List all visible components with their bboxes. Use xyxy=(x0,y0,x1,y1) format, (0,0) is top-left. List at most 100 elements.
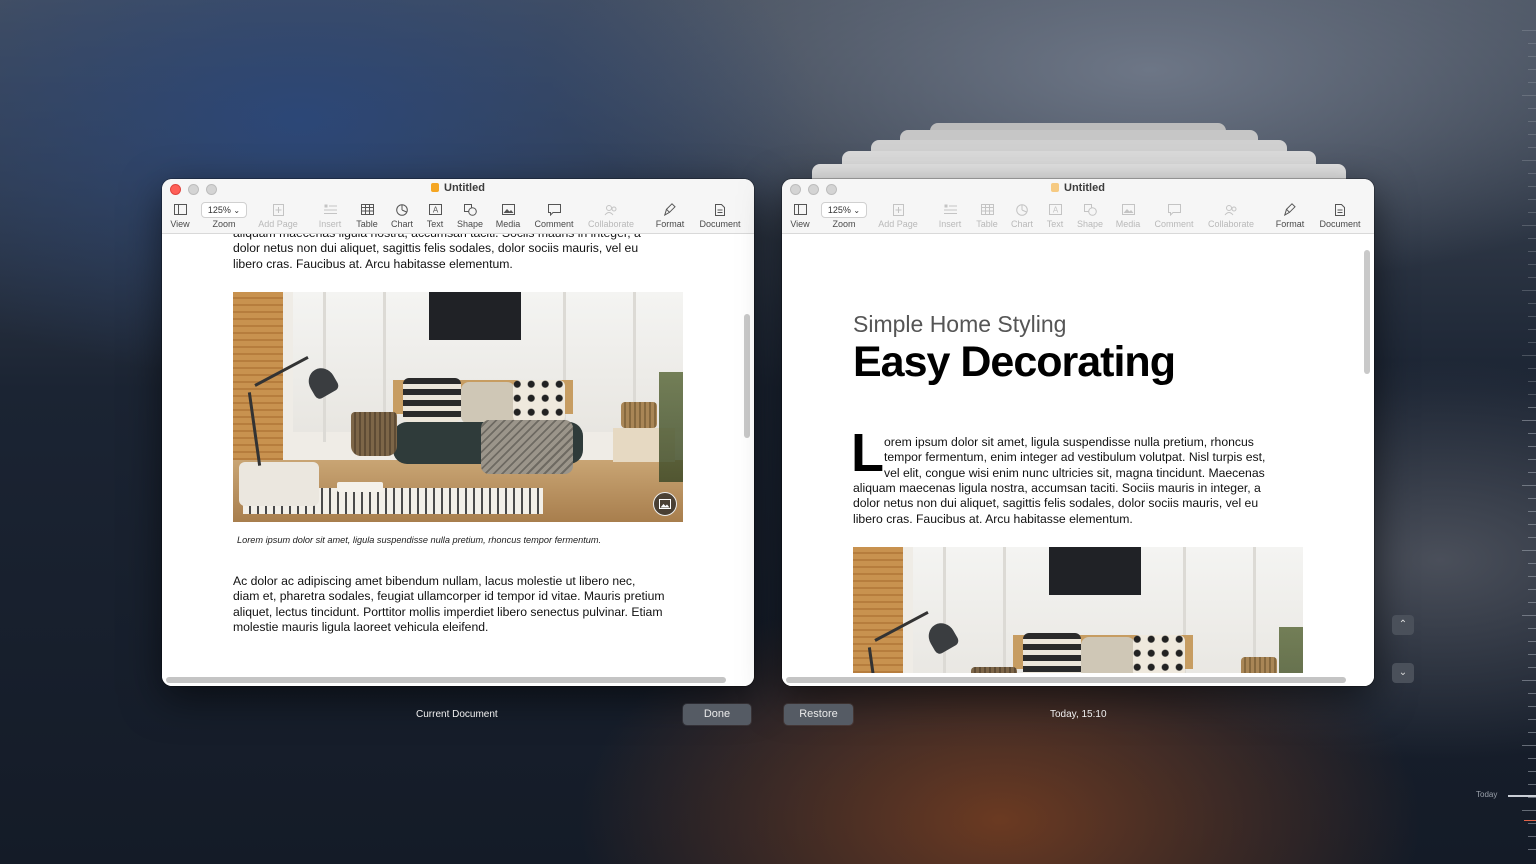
timeline-tick[interactable] xyxy=(1528,849,1536,850)
timeline-tick[interactable] xyxy=(1528,706,1536,707)
timeline-tick[interactable] xyxy=(1528,771,1536,772)
image-gallery-icon[interactable] xyxy=(653,492,677,516)
timeline-tick[interactable] xyxy=(1528,576,1536,577)
document-page[interactable]: Simple Home Styling Easy Decorating L or… xyxy=(782,234,1374,686)
timeline-current-marker[interactable] xyxy=(1508,795,1536,797)
living-room-photo[interactable] xyxy=(233,292,683,522)
toolbar-add-page-button[interactable]: Add Page xyxy=(868,199,928,229)
current-document-window[interactable]: Untitled View 125% ⌄ Zoom Add Page Insert Tab… xyxy=(162,179,754,686)
horizontal-scrollbar[interactable] xyxy=(786,677,1346,683)
timeline-tick[interactable] xyxy=(1528,108,1536,109)
timeline-tick[interactable] xyxy=(1528,472,1536,473)
zoom-dropdown[interactable]: 125% ⌄ xyxy=(200,202,248,218)
backup-document-window[interactable]: Untitled View 125% ⌄ Zoom Add Page Insert Tab… xyxy=(782,179,1374,686)
timeline-tick[interactable] xyxy=(1528,303,1536,304)
photo-basket xyxy=(1241,657,1277,673)
timeline-tick[interactable] xyxy=(1528,251,1536,252)
timeline-tick[interactable] xyxy=(1528,147,1536,148)
timeline-tick[interactable] xyxy=(1522,810,1536,811)
timeline-tick[interactable] xyxy=(1528,121,1536,122)
toolbar-zoom-button[interactable]: 125% ⌄ Zoom xyxy=(194,199,254,229)
timeline-tick[interactable] xyxy=(1522,550,1536,551)
timeline-tick[interactable] xyxy=(1528,186,1536,187)
timeline-tick[interactable] xyxy=(1528,758,1536,759)
timeline-tick[interactable] xyxy=(1528,69,1536,70)
timeline-tick[interactable] xyxy=(1528,732,1536,733)
timeline-tick[interactable] xyxy=(1528,316,1536,317)
current-document-label: Current Document xyxy=(416,709,498,720)
vertical-scrollbar[interactable] xyxy=(744,314,750,438)
timeline-tick[interactable] xyxy=(1528,82,1536,83)
comment-icon xyxy=(524,201,584,217)
timeline-tick[interactable] xyxy=(1522,420,1536,421)
timeline-tick[interactable] xyxy=(1522,355,1536,356)
timeline-tick[interactable] xyxy=(1528,602,1536,603)
living-room-photo[interactable] xyxy=(853,547,1303,673)
timeline-tick[interactable] xyxy=(1522,745,1536,746)
vertical-scrollbar[interactable] xyxy=(1364,250,1370,374)
toolbar-comment-button[interactable]: Comment xyxy=(524,199,584,229)
timeline-tick[interactable] xyxy=(1522,225,1536,226)
timeline-tick[interactable] xyxy=(1528,836,1536,837)
timeline-tick[interactable] xyxy=(1528,537,1536,538)
toolbar-document-button[interactable]: Document xyxy=(690,199,750,229)
timeline-tick[interactable] xyxy=(1528,784,1536,785)
body-paragraph: aliquam maecenas ligula nostra, accumsan… xyxy=(233,234,641,271)
toolbar-add-page-button[interactable]: Add Page xyxy=(248,199,308,229)
timeline-tick[interactable] xyxy=(1528,238,1536,239)
timeline-tick[interactable] xyxy=(1528,641,1536,642)
restore-button[interactable]: Restore xyxy=(784,704,853,725)
timeline-tick[interactable] xyxy=(1528,433,1536,434)
timeline-tick[interactable] xyxy=(1528,381,1536,382)
timeline-tick[interactable] xyxy=(1522,290,1536,291)
timeline-tick[interactable] xyxy=(1522,160,1536,161)
newer-backup-button[interactable]: ⌄ xyxy=(1392,663,1414,683)
timeline-tick[interactable] xyxy=(1528,329,1536,330)
timeline-tick[interactable] xyxy=(1528,459,1536,460)
older-backup-button[interactable]: ⌃ xyxy=(1392,615,1414,635)
toolbar-zoom-button[interactable]: 125% ⌄ Zoom xyxy=(814,199,874,229)
timeline-tick[interactable] xyxy=(1528,43,1536,44)
timeline-tick[interactable] xyxy=(1522,680,1536,681)
timeline-tick[interactable] xyxy=(1528,511,1536,512)
timeline-tick[interactable] xyxy=(1528,823,1536,824)
timeline-tick[interactable] xyxy=(1528,212,1536,213)
timeline-tick[interactable] xyxy=(1528,199,1536,200)
timeline-tick[interactable] xyxy=(1528,446,1536,447)
timeline-tick[interactable] xyxy=(1528,407,1536,408)
timeline-tick[interactable] xyxy=(1522,615,1536,616)
timeline-tick[interactable] xyxy=(1528,173,1536,174)
timeline-tick[interactable] xyxy=(1522,30,1536,31)
done-button[interactable]: Done xyxy=(683,704,751,725)
zoom-dropdown[interactable]: 125% ⌄ xyxy=(820,202,868,218)
toolbar-label: Collaborate xyxy=(1207,219,1255,229)
timeline-tick[interactable] xyxy=(1528,693,1536,694)
timeline-tick[interactable] xyxy=(1528,264,1536,265)
timeline-tick[interactable] xyxy=(1528,589,1536,590)
timeline-tick[interactable] xyxy=(1528,667,1536,668)
timeline-tick[interactable] xyxy=(1528,797,1536,798)
timeline-tick[interactable] xyxy=(1528,134,1536,135)
timeline-tick[interactable] xyxy=(1528,342,1536,343)
timeline[interactable] xyxy=(1506,0,1536,864)
timeline-tick[interactable] xyxy=(1528,524,1536,525)
timeline-tick[interactable] xyxy=(1528,628,1536,629)
photo-stump xyxy=(239,462,319,506)
timeline-tick[interactable] xyxy=(1522,95,1536,96)
document-page[interactable]: aliquam maecenas ligula nostra, accumsan… xyxy=(162,234,754,686)
timeline-tick[interactable] xyxy=(1528,563,1536,564)
timeline-tick[interactable] xyxy=(1528,368,1536,369)
timeline-tick[interactable] xyxy=(1528,719,1536,720)
horizontal-scrollbar[interactable] xyxy=(166,677,726,683)
timeline-tick[interactable] xyxy=(1528,394,1536,395)
toolbar-document-button[interactable]: Document xyxy=(1310,199,1370,229)
toolbar-comment-button[interactable]: Comment xyxy=(1144,199,1204,229)
toolbar-collaborate-button[interactable]: Collaborate xyxy=(581,199,641,229)
toolbar-label: Add Page xyxy=(258,219,298,229)
timeline-tick[interactable] xyxy=(1528,277,1536,278)
toolbar-collaborate-button[interactable]: Collaborate xyxy=(1201,199,1261,229)
timeline-tick[interactable] xyxy=(1528,56,1536,57)
timeline-tick[interactable] xyxy=(1528,654,1536,655)
timeline-tick[interactable] xyxy=(1528,498,1536,499)
timeline-tick[interactable] xyxy=(1522,485,1536,486)
